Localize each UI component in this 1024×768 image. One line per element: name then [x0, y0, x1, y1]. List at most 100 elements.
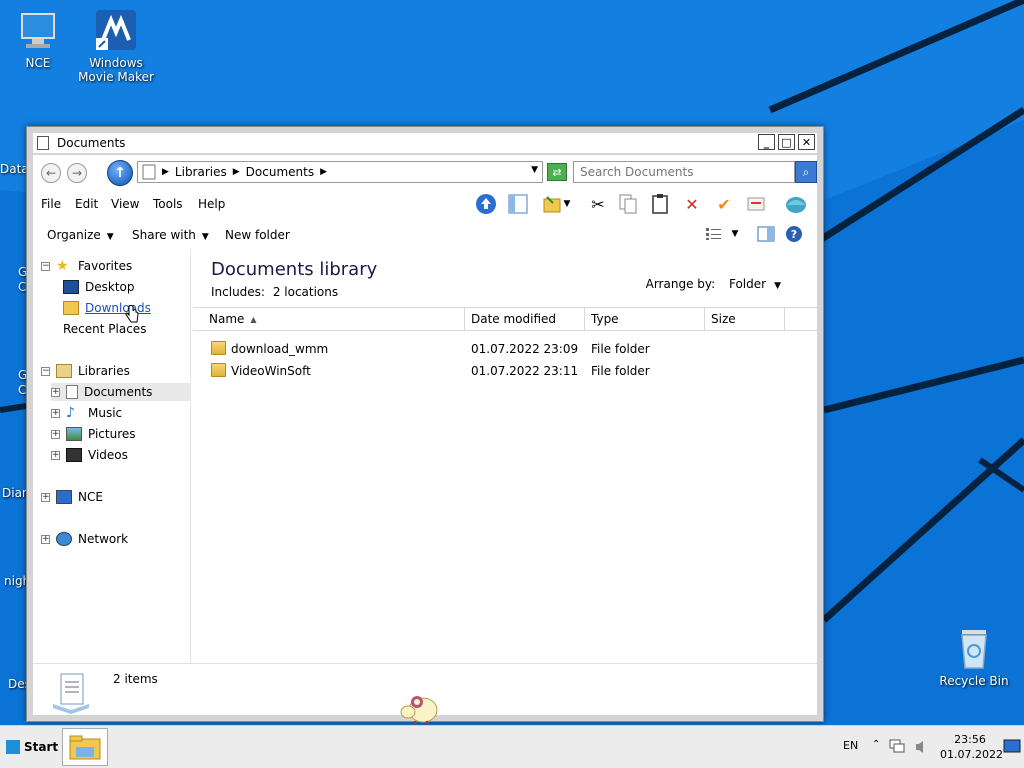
address-bar[interactable]: ▶ Libraries ▶ Documents ▶ ▼ — [137, 161, 543, 183]
nav-nce[interactable]: + NCE — [41, 488, 103, 506]
expand-icon[interactable]: + — [51, 429, 60, 439]
nav-libraries-label: Libraries — [78, 364, 130, 378]
arrow-left-icon: ← — [45, 166, 57, 180]
organize-button[interactable]: Organize ▼ — [47, 228, 114, 242]
search-button[interactable]: ⌕ — [795, 161, 817, 183]
movie-maker-icon — [94, 8, 138, 52]
chevron-right-icon[interactable]: ▶ — [162, 167, 169, 177]
chevron-down-icon[interactable]: ▼ — [728, 222, 742, 246]
column-type[interactable]: Type — [585, 308, 705, 330]
nav-favorites-label: Favorites — [78, 259, 133, 273]
menu-file[interactable]: File — [41, 197, 61, 211]
file-date: 01.07.2022 23:11 — [471, 364, 579, 378]
chevron-down-icon[interactable]: ▼ — [561, 192, 573, 216]
network-icon — [56, 532, 72, 546]
menu-tools[interactable]: Tools — [153, 197, 183, 211]
nav-pictures[interactable]: + Pictures — [51, 425, 136, 443]
back-button[interactable]: ← — [41, 163, 61, 183]
toolbar-up-icon[interactable] — [473, 192, 499, 216]
shell-icon[interactable] — [783, 192, 809, 216]
check-icon[interactable]: ✔ — [711, 192, 737, 216]
minimize-button[interactable]: _ — [758, 134, 775, 150]
menu-help[interactable]: Help — [198, 197, 225, 211]
chevron-up-icon[interactable]: ⌃ — [872, 739, 880, 750]
nav-favorites[interactable]: − ★ Favorites — [41, 257, 132, 275]
chevron-right-icon[interactable]: ▶ — [233, 167, 240, 177]
clock[interactable]: 23:56 01.07.2022 — [940, 732, 1003, 762]
language-indicator[interactable]: EN — [843, 739, 858, 752]
network-tray-icon[interactable] — [888, 738, 906, 754]
clock-date: 01.07.2022 — [940, 748, 1003, 761]
document-icon — [37, 136, 49, 150]
properties-icon[interactable] — [743, 192, 769, 216]
file-type: File folder — [591, 342, 650, 356]
desktop-icon-label: Recycle Bin — [939, 674, 1009, 688]
column-size[interactable]: Size — [705, 308, 785, 330]
chevron-down-icon[interactable]: ▼ — [531, 165, 538, 175]
search-input[interactable] — [573, 161, 795, 183]
breadcrumb-libraries[interactable]: Libraries — [175, 165, 227, 179]
view-options-icon[interactable] — [701, 222, 727, 246]
desktop-icon-recycle-bin[interactable]: Recycle Bin — [934, 626, 1014, 688]
nav-downloads-label: Downloads — [85, 301, 151, 315]
nav-libraries[interactable]: − Libraries — [41, 362, 130, 380]
menu-view[interactable]: View — [111, 197, 139, 211]
windows-logo-icon — [6, 740, 20, 754]
arrange-by-dropdown[interactable]: Folder ▼ — [729, 277, 781, 291]
expand-icon[interactable]: + — [41, 534, 50, 544]
share-with-button[interactable]: Share with ▼ — [132, 228, 209, 242]
title-bar[interactable]: Documents _ □ ✕ — [33, 133, 817, 153]
new-folder-button[interactable]: New folder — [225, 228, 290, 242]
item-count: 2 items — [113, 672, 158, 686]
collapse-icon[interactable]: − — [41, 366, 50, 376]
desktop-icon-label-line2: Movie Maker — [78, 70, 154, 84]
expand-icon[interactable]: + — [41, 492, 50, 502]
forward-button[interactable]: → — [67, 163, 87, 183]
close-button[interactable]: ✕ — [798, 134, 815, 150]
arrow-up-icon: ↑ — [114, 165, 126, 181]
nav-nce-label: NCE — [78, 490, 103, 504]
includes-locations-link[interactable]: 2 locations — [273, 285, 338, 299]
address-row: ← → ↑ ▶ Libraries ▶ Documents ▶ ▼ ⇄ ⌕ — [33, 155, 817, 189]
file-row[interactable]: download_wmm 01.07.2022 23:09 File folde… — [193, 339, 817, 359]
maximize-button[interactable]: □ — [778, 134, 795, 150]
videos-icon — [66, 448, 82, 462]
start-button[interactable]: Start — [2, 735, 62, 759]
show-desktop-icon[interactable] — [1003, 739, 1021, 753]
delete-icon[interactable]: ✕ — [679, 192, 705, 216]
preview-pane-icon[interactable] — [753, 222, 779, 246]
documents-library-icon — [53, 673, 89, 714]
cut-icon[interactable]: ✂ — [585, 192, 611, 216]
taskbar-explorer-button[interactable] — [62, 728, 108, 766]
nav-network[interactable]: + Network — [41, 530, 128, 548]
menu-edit[interactable]: Edit — [75, 197, 98, 211]
nav-desktop[interactable]: Desktop — [63, 278, 135, 296]
paste-icon[interactable] — [647, 192, 673, 216]
expand-icon[interactable]: + — [51, 408, 60, 418]
expand-icon[interactable]: + — [51, 387, 60, 397]
nav-videos[interactable]: + Videos — [51, 446, 128, 464]
nav-music[interactable]: + ♪ Music — [51, 404, 122, 422]
taskbar: Start EN ⌃ 23:56 01.07.2022 — [0, 725, 1024, 768]
explorer-window: Documents _ □ ✕ ← → ↑ ▶ Libraries ▶ Docu… — [26, 126, 824, 727]
desktop-icon-nce[interactable]: NCE — [0, 8, 78, 70]
file-row[interactable]: VideoWinSoft 01.07.2022 23:11 File folde… — [193, 361, 817, 381]
volume-muted-icon[interactable] — [914, 740, 928, 754]
expand-icon[interactable]: + — [51, 450, 60, 460]
column-date-modified[interactable]: Date modified — [465, 308, 585, 330]
collapse-icon[interactable]: − — [41, 261, 50, 271]
up-button[interactable]: ↑ — [107, 160, 133, 186]
nav-documents[interactable]: + Documents — [51, 383, 191, 401]
refresh-button[interactable]: ⇄ — [547, 163, 567, 181]
chevron-down-icon: ▼ — [774, 281, 781, 291]
breadcrumb-documents[interactable]: Documents — [246, 165, 314, 179]
copy-icon[interactable] — [615, 192, 641, 216]
chevron-right-icon[interactable]: ▶ — [320, 167, 327, 177]
desktop-partial-label: Data — [0, 162, 29, 176]
library-includes: Includes: 2 locations — [211, 285, 338, 299]
help-icon[interactable]: ? — [781, 222, 807, 246]
navigation-pane: − ★ Favorites Desktop Downloads Recent Pla… — [33, 249, 191, 663]
desktop-icon-movie-maker[interactable]: Windows Movie Maker — [76, 8, 156, 84]
column-name[interactable]: Name ▲ — [193, 308, 465, 330]
toolbar-panes-icon[interactable] — [505, 192, 531, 216]
